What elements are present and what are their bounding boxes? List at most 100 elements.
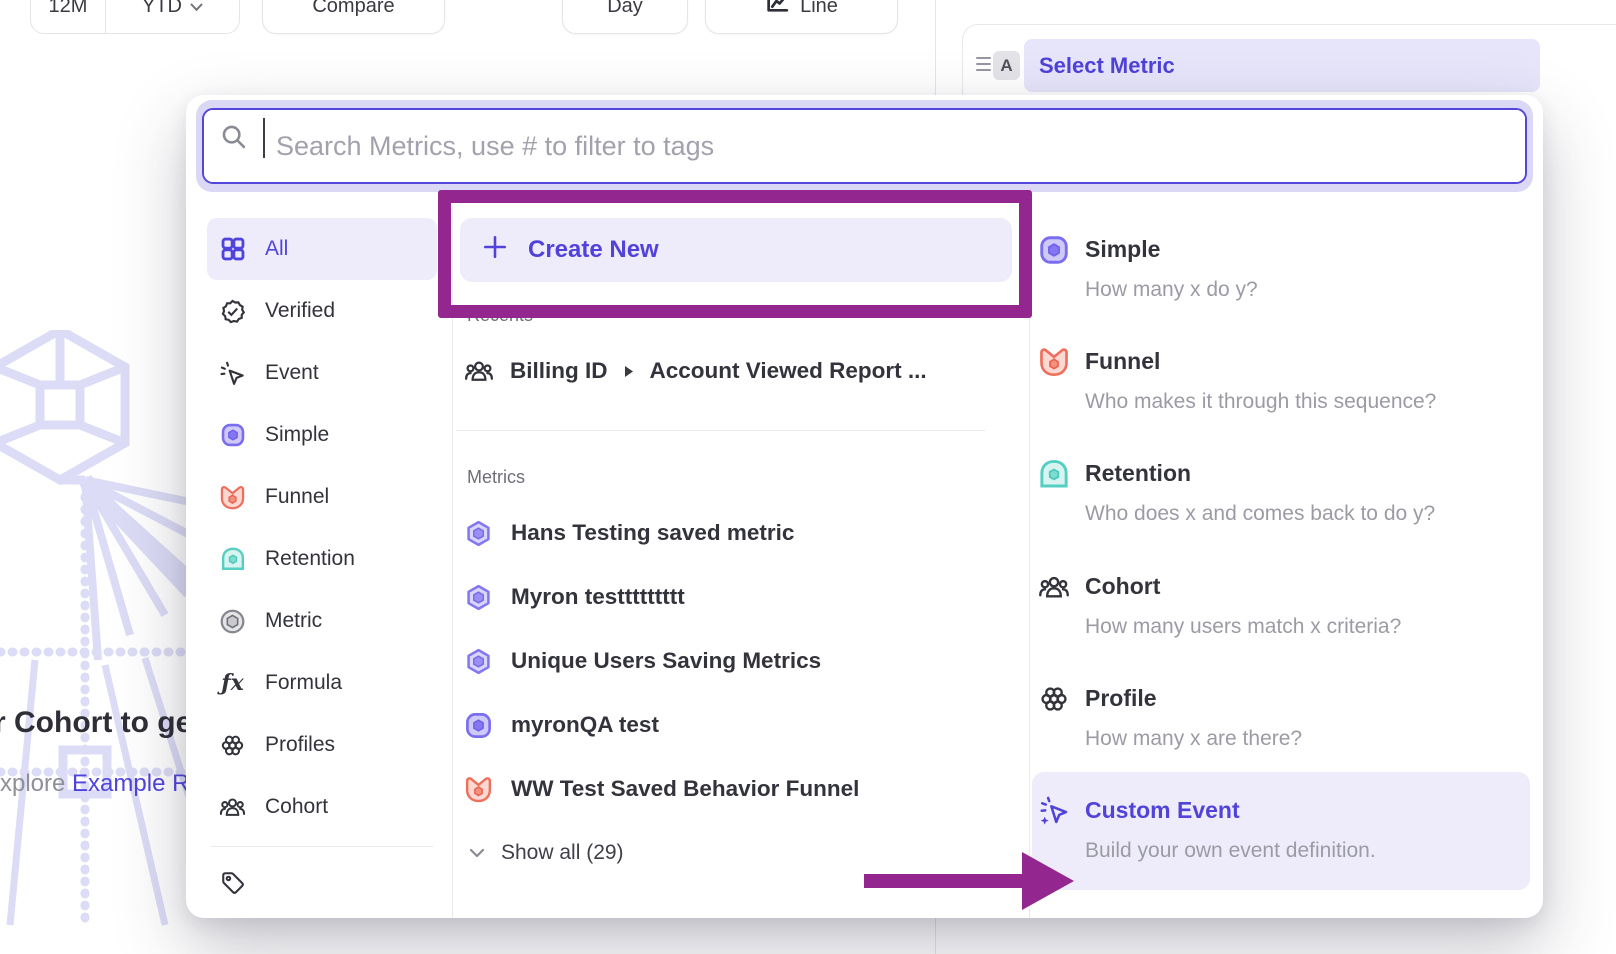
- text-caret: [263, 118, 265, 158]
- date-range-group: 12M YTD: [30, 0, 240, 34]
- type-funnel[interactable]: Funnel Who makes it through this sequenc…: [1038, 346, 1518, 416]
- category-label: Simple: [265, 423, 329, 447]
- category-label: Profiles: [265, 733, 335, 757]
- chart-type-label: Line: [800, 0, 838, 18]
- range-ytd-label: YTD: [142, 0, 182, 18]
- funnel-icon: [464, 775, 493, 804]
- metric-list-item[interactable]: Unique Users Saving Metrics: [464, 641, 821, 681]
- cohort-people-icon: [1038, 571, 1070, 603]
- range-12m-button[interactable]: 12M: [31, 0, 106, 33]
- annotation-arrow: [864, 850, 1074, 916]
- category-label: Cohort: [265, 795, 328, 819]
- chevron-down-icon: [469, 848, 485, 858]
- type-description: How many users match x criteria?: [1085, 613, 1518, 641]
- simple-metric-icon: [1038, 234, 1070, 266]
- type-title: Custom Event: [1085, 795, 1518, 825]
- cohort-people-icon: [219, 794, 246, 821]
- metric-name: Unique Users Saving Metrics: [511, 648, 821, 674]
- granularity-label: Day: [607, 0, 643, 18]
- category-retention[interactable]: Retention: [207, 528, 437, 590]
- compare-button[interactable]: Compare: [262, 0, 445, 34]
- select-metric-button[interactable]: Select Metric: [1024, 39, 1540, 92]
- chart-type-button[interactable]: Line: [705, 0, 898, 34]
- tag-icon: [219, 869, 246, 896]
- type-title: Cohort: [1085, 571, 1518, 601]
- cohort-people-icon: [464, 356, 494, 386]
- type-description: How many x are there?: [1085, 725, 1518, 753]
- type-custom-event[interactable]: Custom Event Build your own event defini…: [1038, 795, 1518, 865]
- search-metrics-input[interactable]: [204, 110, 1525, 182]
- category-verified[interactable]: Verified: [207, 280, 437, 342]
- category-label: Formula: [265, 671, 342, 695]
- explore-text: xplore: [0, 770, 72, 797]
- drag-handle-icon[interactable]: [976, 57, 991, 75]
- search-field: [202, 108, 1527, 184]
- type-cohort[interactable]: Cohort How many users match x criteria?: [1038, 571, 1518, 641]
- category-label: Funnel: [265, 485, 329, 509]
- metric-list-item[interactable]: Hans Testing saved metric: [464, 513, 794, 553]
- query-row-badge: A: [993, 51, 1020, 80]
- metric-list-item[interactable]: WW Test Saved Behavior Funnel: [464, 769, 859, 809]
- metric-list-item[interactable]: Myron testtttttttt: [464, 577, 685, 617]
- simple-metric-icon: [464, 711, 493, 740]
- simple-metric-icon: [219, 422, 246, 449]
- granularity-button[interactable]: Day: [562, 0, 688, 34]
- category-cohort[interactable]: Cohort: [207, 776, 437, 838]
- metric-list-item[interactable]: myronQA test: [464, 705, 659, 745]
- category-label: Retention: [265, 547, 355, 571]
- type-profile[interactable]: Profile How many x are there?: [1038, 683, 1518, 753]
- show-all-label: Show all (29): [501, 841, 624, 865]
- category-all[interactable]: All: [207, 218, 437, 280]
- line-chart-icon: [765, 0, 790, 20]
- type-title: Funnel: [1085, 346, 1518, 376]
- list-divider: [456, 430, 985, 431]
- category-label: Event: [265, 361, 319, 385]
- metric-hexagon-icon: [219, 608, 246, 635]
- category-simple[interactable]: Simple: [207, 404, 437, 466]
- saved-metric-icon: [464, 647, 493, 676]
- category-profiles[interactable]: Profiles: [207, 714, 437, 776]
- metric-name: WW Test Saved Behavior Funnel: [511, 776, 859, 802]
- type-simple[interactable]: Simple How many x do y?: [1038, 234, 1518, 304]
- retention-icon: [219, 546, 246, 573]
- metric-name: Myron testtttttttt: [511, 584, 685, 610]
- metrics-section-label: Metrics: [467, 467, 525, 488]
- category-metric[interactable]: Metric: [207, 590, 437, 652]
- type-retention[interactable]: Retention Who does x and comes back to d…: [1038, 458, 1518, 528]
- type-description: Who does x and comes back to do y?: [1085, 500, 1518, 528]
- funnel-icon: [219, 484, 246, 511]
- empty-state-subtext: xplore Example R: [0, 770, 189, 798]
- category-label: All: [265, 237, 288, 261]
- custom-event-cursor-icon: [1038, 795, 1070, 827]
- search-focus-ring: [196, 100, 1533, 192]
- category-event[interactable]: Event: [207, 342, 437, 404]
- metric-name: myronQA test: [511, 712, 659, 738]
- recent-item-path: Billing ID: [510, 358, 608, 384]
- event-cursor-icon: [219, 360, 246, 387]
- category-label: Metric: [265, 609, 322, 633]
- empty-state-headline: r Cohort to ge: [0, 706, 192, 740]
- category-funnel[interactable]: Funnel: [207, 466, 437, 528]
- type-title: Retention: [1085, 458, 1518, 488]
- category-partial[interactable]: [207, 869, 437, 896]
- grid-icon: [219, 236, 246, 263]
- saved-metric-icon: [464, 519, 493, 548]
- recent-item[interactable]: Billing ID Account Viewed Report ...: [464, 353, 927, 389]
- sidebar-divider: [211, 846, 433, 847]
- show-all-button[interactable]: Show all (29): [469, 837, 624, 869]
- type-title: Profile: [1085, 683, 1518, 713]
- verified-badge-icon: [219, 298, 246, 325]
- search-icon: [220, 123, 248, 156]
- range-ytd-button[interactable]: YTD: [106, 0, 239, 33]
- compare-label: Compare: [312, 0, 394, 18]
- category-sidebar: All Verified Event Simple Funnel: [207, 218, 437, 896]
- saved-metric-icon: [464, 583, 493, 612]
- profiles-cluster-icon: [219, 732, 246, 759]
- category-formula[interactable]: ƒx Formula: [207, 652, 437, 714]
- retention-icon: [1038, 458, 1070, 490]
- type-description: How many x do y?: [1085, 276, 1518, 304]
- example-link[interactable]: Example R: [72, 770, 189, 797]
- recent-item-name: Account Viewed Report ...: [650, 358, 927, 384]
- range-12m-label: 12M: [49, 0, 88, 18]
- type-description: Who makes it through this sequence?: [1085, 388, 1518, 416]
